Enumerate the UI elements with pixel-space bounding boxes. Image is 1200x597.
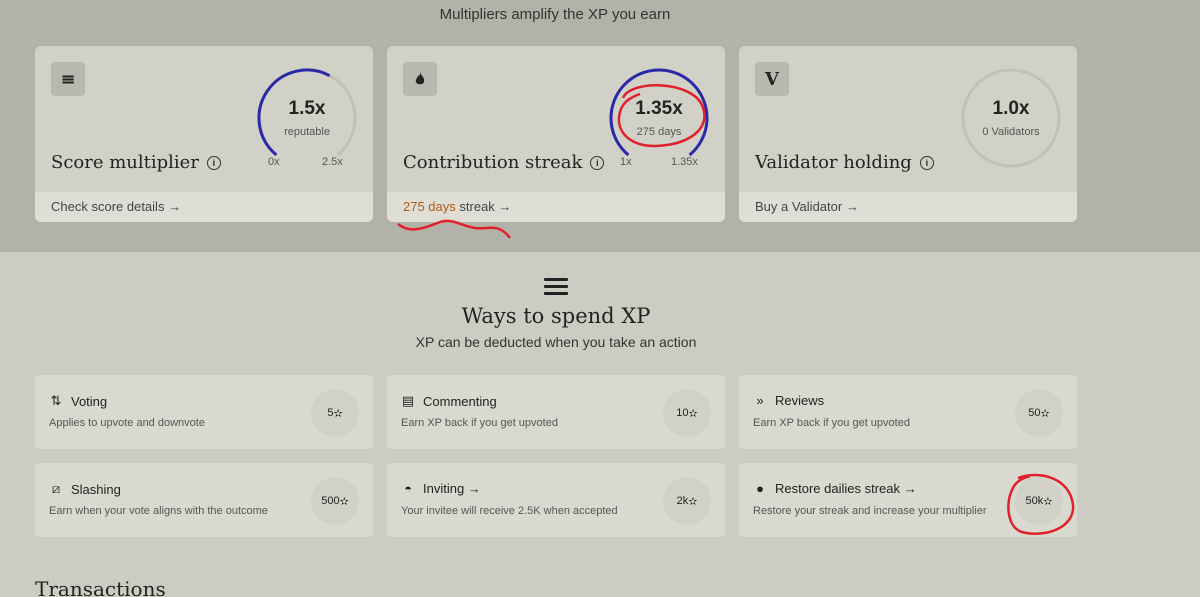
transactions-heading: Transactions: [35, 577, 166, 597]
action-name: ⧄ Slashing: [49, 481, 121, 497]
score-multiplier-title: Score multiplier i: [51, 152, 221, 173]
validator-v-icon: V: [755, 62, 789, 96]
xp-star-icon: ✫: [1043, 495, 1053, 508]
action-label: Voting: [71, 393, 108, 409]
validator-multiplier-value: 1.0x: [992, 98, 1030, 119]
action-cost-badge: 500 ✫: [311, 477, 359, 525]
menu-icon: [544, 278, 568, 296]
action-name: ⇅ Voting: [49, 393, 108, 409]
spend-subtitle: XP can be deducted when you take an acti…: [415, 334, 697, 350]
action-card[interactable]: » Reviews Earn XP back if you get upvoted 5…: [739, 375, 1077, 449]
info-icon[interactable]: i: [206, 155, 221, 170]
action-description: Restore your streak and increase your mu…: [753, 505, 987, 517]
action-cost-badge: 5 ✫: [311, 389, 359, 437]
score-gauge-max: 2.5x: [322, 156, 343, 168]
action-card[interactable]: ● Restore dailies streak → Restore your st…: [739, 463, 1077, 537]
xp-star-icon: ✫: [339, 495, 349, 508]
action-label: Restore dailies streak →: [775, 481, 917, 496]
user-invite-icon: ◓: [404, 481, 412, 496]
arrow-right-icon: →: [498, 199, 512, 214]
streak-footer-label: streak: [455, 199, 495, 214]
action-cost-badge: 50 ✫: [1015, 389, 1063, 437]
score-multiplier-value: 1.5x: [288, 98, 326, 119]
action-description: Earn XP back if you get upvoted: [401, 417, 558, 429]
action-description: Earn XP back if you get upvoted: [753, 417, 910, 429]
xp-star-icon: ✫: [333, 407, 343, 420]
action-label: Slashing: [71, 481, 121, 497]
action-name: » Reviews: [753, 393, 824, 408]
sliders-icon: ≡: [51, 62, 85, 96]
validator-gauge: 1.0x 0 Validators: [959, 66, 1063, 170]
score-gauge: 1.5x reputable: [255, 66, 359, 170]
spend-title: Ways to spend XP: [461, 304, 651, 328]
streak-gauge-max: 1.35x: [671, 156, 698, 168]
action-cost-value: 500: [321, 495, 340, 507]
slash-icon: ⧄: [51, 481, 61, 496]
multipliers-subtitle: Multipliers amplify the XP you earn: [439, 6, 671, 23]
action-description: Earn when your vote aligns with the outc…: [49, 505, 268, 517]
arrows-updown-icon: ⇅: [50, 393, 62, 408]
action-card[interactable]: ◓ Inviting → Your invitee will receive 2.5…: [387, 463, 725, 537]
validator-holding-title: Validator holding i: [755, 152, 934, 173]
validator-count-sub: 0 Validators: [982, 126, 1040, 138]
action-cost-badge: 50k ✫: [1015, 477, 1063, 525]
score-footer-label: Check score details: [51, 199, 165, 214]
streak-days-accent: 275 days: [403, 199, 456, 214]
action-name: ▤ Commenting: [401, 393, 497, 409]
action-card[interactable]: ▤ Commenting Earn XP back if you get upvot…: [387, 375, 725, 449]
streak-multiplier-value: 1.35x: [635, 98, 683, 119]
action-description: Applies to upvote and downvote: [49, 417, 205, 429]
xp-star-icon: ✫: [688, 495, 698, 508]
comment-icon: ▤: [401, 393, 415, 408]
contribution-streak-card: 1.35x 275 days 1x 1.35x Contribution str…: [387, 46, 725, 222]
validator-holding-card: V 1.0x 0 Validators Validator holding i …: [739, 46, 1077, 222]
action-description: Your invitee will receive 2.5K when acce…: [401, 505, 618, 517]
action-cost-badge: 2k ✫: [663, 477, 711, 525]
xp-star-icon: ✫: [688, 407, 698, 420]
arrow-right-icon: →: [168, 199, 182, 214]
check-score-details-link[interactable]: Check score details →: [35, 192, 373, 222]
action-name: ◓ Inviting →: [401, 481, 481, 496]
action-cost-badge: 10 ✫: [663, 389, 711, 437]
arrow-right-icon: →: [845, 199, 859, 214]
xp-star-icon: ✫: [1040, 407, 1050, 420]
action-name: ● Restore dailies streak →: [753, 481, 917, 496]
flame-icon: [403, 62, 437, 96]
streak-gauge: 1.35x 275 days: [607, 66, 711, 170]
action-card[interactable]: ⧄ Slashing Earn when your vote aligns with…: [35, 463, 373, 537]
action-label: Commenting: [423, 393, 497, 409]
streak-details-link[interactable]: 275 days streak →: [387, 192, 725, 222]
action-label: Reviews: [775, 393, 825, 408]
action-cost-value: 10: [676, 407, 689, 419]
score-gauge-min: 0x: [268, 156, 280, 168]
score-multiplier-label: Score multiplier: [51, 152, 199, 173]
contribution-streak-title: Contribution streak i: [403, 152, 605, 173]
score-multiplier-sub: reputable: [284, 126, 330, 138]
action-card[interactable]: ⇅ Voting Applies to upvote and downvote 5 ✫: [35, 375, 373, 449]
validator-footer-label: Buy a Validator: [755, 199, 843, 214]
decorative-rays: [1120, 320, 1200, 597]
action-label: Inviting →: [423, 481, 481, 496]
score-multiplier-card: ≡ 1.5x reputable 0x 2.5x Score multiplie…: [35, 46, 373, 222]
buy-validator-link[interactable]: Buy a Validator →: [739, 192, 1077, 222]
info-icon[interactable]: i: [590, 155, 605, 170]
validator-holding-label: Validator holding: [755, 152, 912, 173]
drop-icon: ●: [756, 481, 764, 496]
action-cost-value: 2k: [676, 495, 689, 507]
review-icon: »: [756, 393, 764, 408]
action-cost-value: 50: [1028, 407, 1041, 419]
streak-days-sub: 275 days: [636, 126, 682, 138]
info-icon[interactable]: i: [919, 155, 934, 170]
contribution-streak-label: Contribution streak: [403, 152, 583, 173]
action-cost-value: 50k: [1025, 495, 1044, 507]
streak-gauge-min: 1x: [620, 156, 632, 168]
